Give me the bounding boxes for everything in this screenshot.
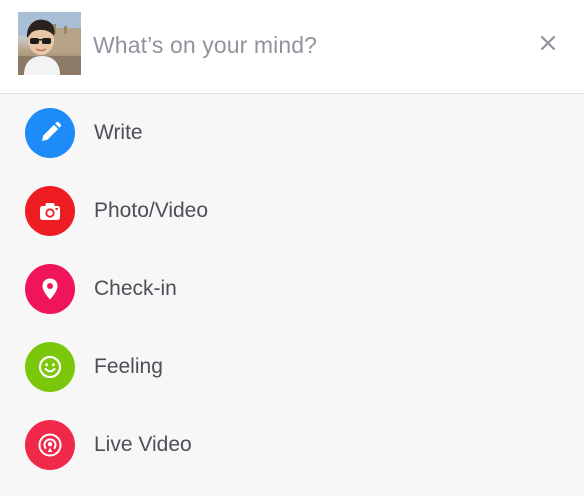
camera-icon bbox=[40, 203, 60, 220]
close-icon bbox=[540, 35, 556, 51]
option-icon-circle bbox=[25, 342, 75, 392]
option-check-in[interactable]: Check-in bbox=[0, 250, 584, 328]
avatar[interactable] bbox=[18, 12, 81, 75]
option-label: Check-in bbox=[94, 277, 177, 300]
option-icon-circle bbox=[25, 420, 75, 470]
composer-header: What’s on your mind? bbox=[0, 0, 584, 94]
location-pin-icon bbox=[42, 278, 58, 300]
option-icon-circle bbox=[25, 108, 75, 158]
smiley-icon bbox=[38, 355, 62, 379]
close-button[interactable] bbox=[536, 31, 560, 55]
live-broadcast-icon bbox=[38, 433, 62, 457]
status-prompt-input[interactable]: What’s on your mind? bbox=[93, 30, 317, 60]
option-label: Write bbox=[94, 121, 143, 144]
option-live-video[interactable]: Live Video bbox=[0, 406, 584, 484]
option-label: Feeling bbox=[94, 355, 163, 378]
option-icon-circle bbox=[25, 264, 75, 314]
composer-options-list: Write Photo/Video Check-in Feeling Live … bbox=[0, 94, 584, 484]
composer-dialog: What’s on your mind? Write Photo/Video C… bbox=[0, 0, 584, 496]
option-write[interactable]: Write bbox=[0, 94, 584, 172]
pencil-icon bbox=[42, 121, 62, 141]
option-icon-circle bbox=[25, 186, 75, 236]
option-label: Photo/Video bbox=[94, 199, 209, 222]
option-photo-video[interactable]: Photo/Video bbox=[0, 172, 584, 250]
option-label: Live Video bbox=[94, 433, 192, 456]
option-feeling[interactable]: Feeling bbox=[0, 328, 584, 406]
